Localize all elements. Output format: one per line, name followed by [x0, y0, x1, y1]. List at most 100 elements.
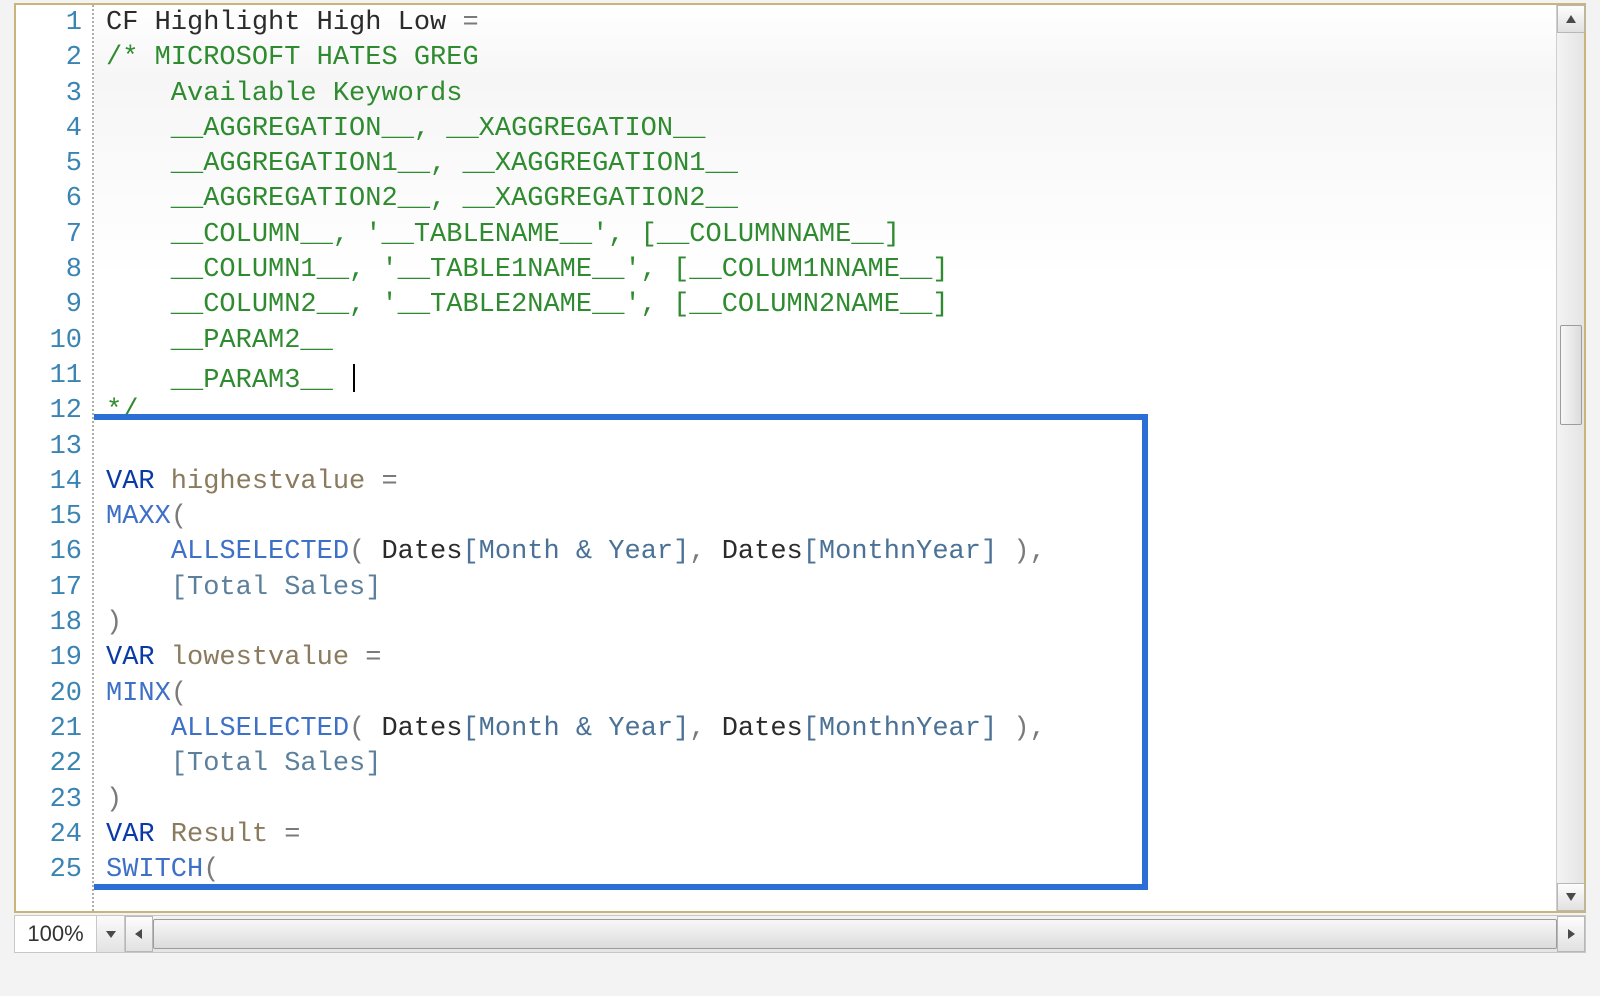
code-line[interactable]: */	[106, 394, 1556, 429]
code-token: VAR	[106, 820, 155, 850]
code-token: Dates	[365, 714, 462, 744]
line-number: 10	[16, 324, 92, 359]
code-token: ALLSELECTED	[171, 714, 349, 744]
code-token: __AGGREGATION2__, __XAGGREGATION2__	[106, 184, 738, 214]
line-number: 14	[16, 465, 92, 500]
code-line[interactable]: ALLSELECTED( Dates[Month & Year], Dates[…	[106, 535, 1556, 570]
zoom-dropdown-button[interactable]	[97, 916, 125, 952]
code-line[interactable]: )	[106, 783, 1556, 818]
code-token: (	[171, 679, 187, 709]
code-line[interactable]: [Total Sales]	[106, 571, 1556, 606]
line-number: 21	[16, 712, 92, 747]
vertical-scroll-thumb[interactable]	[1560, 325, 1582, 425]
code-line[interactable]: )	[106, 606, 1556, 641]
code-token: )	[997, 714, 1029, 744]
code-line[interactable]: __COLUMN2__, '__TABLE2NAME__', [__COLUMN…	[106, 288, 1556, 323]
line-number-gutter: 1234567891011121314151617181920212223242…	[16, 5, 94, 911]
line-number: 19	[16, 641, 92, 676]
line-number: 1	[16, 6, 92, 41]
code-token: (	[203, 855, 219, 885]
code-line[interactable]: __PARAM2__	[106, 324, 1556, 359]
scroll-left-button[interactable]	[125, 916, 153, 952]
line-number: 11	[16, 359, 92, 394]
line-number: 22	[16, 747, 92, 782]
line-number: 4	[16, 112, 92, 147]
code-token: CF Highlight High Low	[106, 8, 462, 38]
line-number: 12	[16, 394, 92, 429]
code-token: )	[106, 785, 122, 815]
code-token: __COLUMN__, '__TABLENAME__', [__COLUMNNA…	[106, 220, 900, 250]
code-line[interactable]: MINX(	[106, 677, 1556, 712]
code-line[interactable]: VAR highestvalue =	[106, 465, 1556, 500]
editor-status-bar: 100%	[14, 915, 1586, 953]
line-number: 6	[16, 182, 92, 217]
code-line[interactable]: SWITCH(	[106, 853, 1556, 888]
code-token: [Month & Year]	[462, 537, 689, 567]
code-token: lowestvalue	[155, 643, 366, 673]
code-line[interactable]: __COLUMN1__, '__TABLE1NAME__', [__COLUM1…	[106, 253, 1556, 288]
code-token: =	[381, 467, 397, 497]
line-number: 20	[16, 677, 92, 712]
code-token: */	[106, 396, 138, 426]
code-token: Result	[155, 820, 285, 850]
code-token: Dates	[706, 537, 803, 567]
code-line[interactable]: MAXX(	[106, 500, 1556, 535]
line-number: 25	[16, 853, 92, 888]
scroll-right-button[interactable]	[1557, 916, 1585, 952]
scroll-up-button[interactable]	[1557, 5, 1585, 33]
code-token: (	[349, 537, 365, 567]
code-token: ,	[689, 714, 705, 744]
code-token	[106, 537, 171, 567]
code-line[interactable]: Available Keywords	[106, 77, 1556, 112]
code-token: VAR	[106, 467, 155, 497]
code-token: MINX	[106, 679, 171, 709]
code-line[interactable]	[106, 430, 1556, 465]
line-number: 24	[16, 818, 92, 853]
scroll-down-button[interactable]	[1557, 883, 1585, 911]
line-number: 13	[16, 430, 92, 465]
code-line[interactable]: __PARAM3__	[106, 359, 1556, 394]
code-line[interactable]: /* MICROSOFT HATES GREG	[106, 41, 1556, 76]
code-token: ALLSELECTED	[171, 537, 349, 567]
code-line[interactable]: [Total Sales]	[106, 747, 1556, 782]
code-token: [Total Sales]	[171, 573, 382, 603]
horizontal-scrollbar[interactable]	[125, 916, 1585, 952]
code-token	[106, 714, 171, 744]
code-token: ,	[689, 537, 705, 567]
code-token: )	[106, 608, 122, 638]
code-line[interactable]: VAR lowestvalue =	[106, 641, 1556, 676]
line-number: 16	[16, 535, 92, 570]
code-token: Available Keywords	[106, 79, 462, 109]
code-line[interactable]: VAR Result =	[106, 818, 1556, 853]
code-token: SWITCH	[106, 855, 203, 885]
code-token: __PARAM2__	[106, 326, 333, 356]
code-line[interactable]: __AGGREGATION__, __XAGGREGATION__	[106, 112, 1556, 147]
horizontal-scroll-thumb[interactable]	[153, 919, 1557, 949]
code-token: =	[284, 820, 300, 850]
line-number: 17	[16, 571, 92, 606]
code-token: Dates	[365, 537, 462, 567]
zoom-level-label: 100%	[15, 916, 97, 952]
code-token: Dates	[706, 714, 803, 744]
code-token: =	[462, 8, 478, 38]
code-token: __COLUMN1__, '__TABLE1NAME__', [__COLUM1…	[106, 255, 949, 285]
code-line[interactable]: __AGGREGATION1__, __XAGGREGATION1__	[106, 147, 1556, 182]
code-line[interactable]: __COLUMN__, '__TABLENAME__', [__COLUMNNA…	[106, 218, 1556, 253]
code-area[interactable]: CF Highlight High Low =/* MICROSOFT HATE…	[94, 5, 1556, 911]
line-number: 8	[16, 253, 92, 288]
code-line[interactable]: CF Highlight High Low =	[106, 6, 1556, 41]
code-token: ,	[1030, 714, 1046, 744]
code-line[interactable]: __AGGREGATION2__, __XAGGREGATION2__	[106, 182, 1556, 217]
code-token: /* MICROSOFT HATES GREG	[106, 43, 479, 73]
code-token	[106, 749, 171, 779]
code-editor: 1234567891011121314151617181920212223242…	[14, 3, 1586, 913]
code-token: highestvalue	[155, 467, 382, 497]
vertical-scrollbar[interactable]	[1556, 5, 1584, 911]
line-number: 2	[16, 41, 92, 76]
code-token: __PARAM3__	[106, 366, 349, 396]
code-token: MAXX	[106, 502, 171, 532]
text-cursor	[353, 364, 355, 392]
code-line[interactable]: ALLSELECTED( Dates[Month & Year], Dates[…	[106, 712, 1556, 747]
code-token: )	[997, 537, 1029, 567]
code-token: [MonthnYear]	[803, 537, 997, 567]
